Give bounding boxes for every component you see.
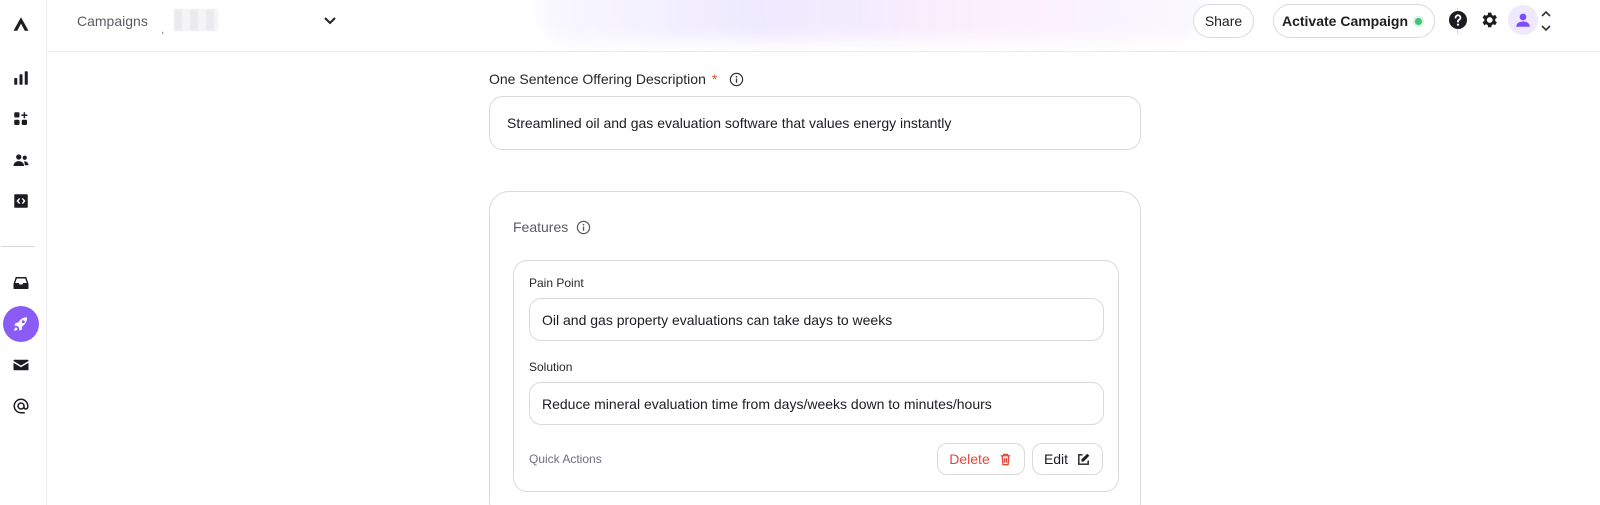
gear-icon[interactable] (1479, 10, 1499, 30)
edit-button[interactable]: Edit (1032, 443, 1103, 475)
campaign-name-redacted[interactable] (174, 9, 218, 31)
top-bar: Campaigns , Share Activate Campaign (47, 0, 1600, 52)
inbox-icon[interactable] (3, 265, 39, 301)
features-card: Features Pain Point Oil and gas property… (489, 191, 1141, 505)
user-icon (1516, 13, 1530, 27)
activate-campaign-label: Activate Campaign (1281, 13, 1409, 29)
mail-icon[interactable] (3, 347, 39, 383)
trash-icon (1000, 453, 1010, 465)
delete-label: Delete (949, 451, 990, 467)
offering-description-field[interactable]: Streamlined oil and gas evaluation softw… (489, 96, 1141, 150)
logo-icon[interactable] (3, 6, 39, 42)
bar-chart-icon[interactable] (3, 60, 39, 96)
info-icon[interactable] (576, 220, 591, 235)
sidebar (0, 0, 47, 505)
edit-icon (1078, 453, 1090, 465)
pain-point-label: Pain Point (529, 276, 584, 290)
header-glow (537, 0, 1207, 40)
status-indicator (1413, 16, 1424, 27)
description-label: One Sentence Offering Description (489, 71, 706, 87)
share-button[interactable]: Share (1193, 4, 1254, 38)
code-icon[interactable] (3, 183, 39, 219)
breadcrumb-campaigns[interactable]: Campaigns (77, 13, 148, 29)
rocket-icon[interactable] (3, 306, 39, 342)
delete-button[interactable]: Delete (937, 443, 1025, 475)
people-icon[interactable] (3, 142, 39, 178)
features-header: Features (513, 219, 591, 235)
feature-item: Pain Point Oil and gas property evaluati… (513, 260, 1119, 492)
breadcrumb-separator: , (161, 22, 165, 36)
required-mark: * (711, 71, 718, 87)
chevron-down-icon[interactable] (323, 13, 337, 27)
info-icon[interactable] (729, 72, 744, 87)
widgets-add-icon[interactable] (3, 101, 39, 137)
features-title: Features (513, 219, 569, 235)
at-icon[interactable] (3, 388, 39, 424)
sidebar-divider (1, 246, 35, 247)
avatar[interactable] (1508, 5, 1538, 35)
edit-label: Edit (1043, 451, 1069, 467)
help-icon[interactable] (1448, 10, 1468, 30)
activate-campaign-button[interactable]: Activate Campaign (1273, 4, 1435, 38)
solution-field[interactable]: Reduce mineral evaluation time from days… (529, 382, 1104, 425)
solution-label: Solution (529, 360, 573, 374)
chevron-up-down-icon[interactable] (1540, 8, 1552, 34)
pain-point-field[interactable]: Oil and gas property evaluations can tak… (529, 298, 1104, 341)
description-label-row: One Sentence Offering Description * (489, 71, 744, 87)
quick-actions-label: Quick Actions (529, 452, 602, 466)
